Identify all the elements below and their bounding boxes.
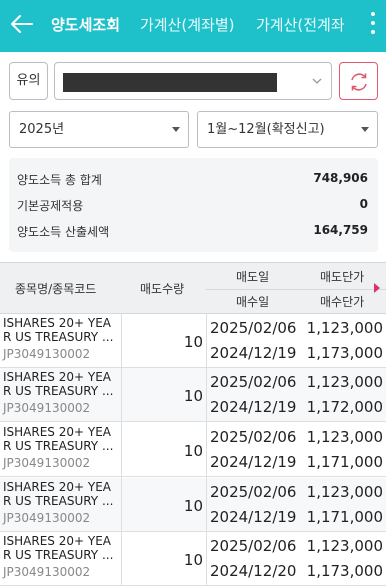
table-row[interactable]: ISHARES 20+ YEA R US TREASURY ... JP30491… — [0, 532, 386, 586]
buy-date: 2024/12/19 — [210, 453, 297, 471]
stock-name: ISHARES 20+ YEA R US TREASURY ... — [3, 370, 114, 398]
buy-price: 1,171,000 — [306, 453, 383, 471]
year-value: 2025년 — [19, 122, 65, 137]
chevron-down-icon — [312, 78, 322, 84]
table-row[interactable]: ISHARES 20+ YEA R US TREASURY ... JP30491… — [0, 314, 386, 368]
sell-price: 1,123,000 — [306, 537, 383, 555]
header-divider — [206, 289, 386, 290]
sell-date: 2025/02/06 — [210, 483, 297, 501]
stock-name: ISHARES 20+ YEA R US TREASURY ... — [3, 480, 114, 508]
sell-qty: 10 — [183, 497, 203, 515]
summary-row-tax: 양도소득 산출세액 164,759 — [9, 223, 378, 243]
stock-code: JP3049130002 — [3, 511, 91, 525]
period-value: 1월~12월(확정신고) — [207, 122, 325, 137]
table-row[interactable]: ISHARES 20+ YEA R US TREASURY ... JP30491… — [0, 423, 386, 477]
year-select[interactable]: 2025년 — [9, 111, 189, 148]
sell-price: 1,123,000 — [306, 373, 383, 391]
buy-date: 2024/12/19 — [210, 344, 297, 362]
buy-price: 1,172,000 — [306, 398, 383, 416]
sell-qty: 10 — [183, 333, 203, 351]
table-header: 종목명/종목코드 매도수량 매도일 매수일 매도단가 매수단가 — [0, 262, 386, 314]
notice-button[interactable]: 유의 — [9, 62, 48, 100]
summary-row-deduction: 기본공제적용 0 — [9, 197, 378, 217]
scroll-right-icon[interactable] — [374, 283, 380, 293]
summary-panel: 양도소득 총 합계 748,906 기본공제적용 0 양도소득 산출세액 164… — [9, 158, 378, 252]
sell-price: 1,123,000 — [306, 428, 383, 446]
sell-date: 2025/02/06 — [210, 428, 297, 446]
sell-price: 1,123,000 — [306, 319, 383, 337]
period-select[interactable]: 1월~12월(확정신고) — [197, 111, 378, 148]
header-buy-price: 매수단가 — [320, 295, 365, 309]
buy-date: 2024/12/19 — [210, 508, 297, 526]
stock-name: ISHARES 20+ YEA R US TREASURY ... — [3, 534, 114, 562]
table-row[interactable]: ISHARES 20+ YEA R US TREASURY ... JP30491… — [0, 478, 386, 532]
tab-tax-inquiry[interactable]: 양도세조회 — [51, 14, 120, 35]
summary-value: 0 — [359, 197, 368, 211]
summary-value: 164,759 — [313, 223, 368, 237]
summary-value: 748,906 — [313, 171, 368, 185]
sell-date: 2025/02/06 — [210, 537, 297, 555]
header-sell-date: 매도일 — [236, 270, 270, 284]
dropdown-arrow-icon — [172, 127, 180, 132]
sell-qty: 10 — [183, 442, 203, 460]
buy-price: 1,173,000 — [306, 562, 383, 580]
column-divider — [121, 314, 122, 586]
tab-calc-by-account[interactable]: 가계산(계좌별) — [140, 14, 235, 35]
refresh-icon — [351, 73, 367, 91]
summary-row-total: 양도소득 총 합계 748,906 — [9, 171, 378, 191]
sell-date: 2025/02/06 — [210, 373, 297, 391]
buy-date: 2024/12/19 — [210, 398, 297, 416]
header-name: 종목명/종목코드 — [15, 282, 97, 296]
buy-price: 1,173,000 — [306, 344, 383, 362]
summary-label: 양도소득 산출세액 — [17, 225, 110, 239]
table-row[interactable]: ISHARES 20+ YEA R US TREASURY ... JP30491… — [0, 368, 386, 422]
dropdown-arrow-icon — [361, 127, 369, 132]
back-arrow-icon[interactable] — [8, 10, 36, 38]
header-sell-price: 매도단가 — [320, 270, 365, 284]
masked-account-number — [63, 73, 277, 92]
tab-calc-all-accounts[interactable]: 가계산(전계좌 — [256, 14, 345, 35]
more-vertical-icon[interactable] — [370, 12, 376, 38]
stock-name: ISHARES 20+ YEA R US TREASURY ... — [3, 425, 114, 453]
stock-code: JP3049130002 — [3, 456, 91, 470]
column-divider — [206, 314, 207, 586]
account-select[interactable] — [54, 62, 332, 100]
sell-qty: 10 — [183, 551, 203, 569]
stock-code: JP3049130002 — [3, 401, 91, 415]
sell-price: 1,123,000 — [306, 483, 383, 501]
summary-label: 양도소득 총 합계 — [17, 173, 102, 187]
header-buy-date: 매수일 — [236, 295, 270, 309]
sell-date: 2025/02/06 — [210, 319, 297, 337]
sell-qty: 10 — [183, 387, 203, 405]
buy-date: 2024/12/20 — [210, 562, 297, 580]
app-header: 양도세조회 가계산(계좌별) 가계산(전계좌 — [0, 0, 386, 52]
buy-price: 1,171,000 — [306, 508, 383, 526]
summary-label: 기본공제적용 — [17, 199, 84, 213]
stock-name: ISHARES 20+ YEA R US TREASURY ... — [3, 316, 114, 344]
stock-code: JP3049130002 — [3, 347, 91, 361]
stock-code: JP3049130002 — [3, 565, 91, 579]
header-qty: 매도수량 — [140, 282, 185, 296]
refresh-button[interactable] — [339, 62, 378, 100]
